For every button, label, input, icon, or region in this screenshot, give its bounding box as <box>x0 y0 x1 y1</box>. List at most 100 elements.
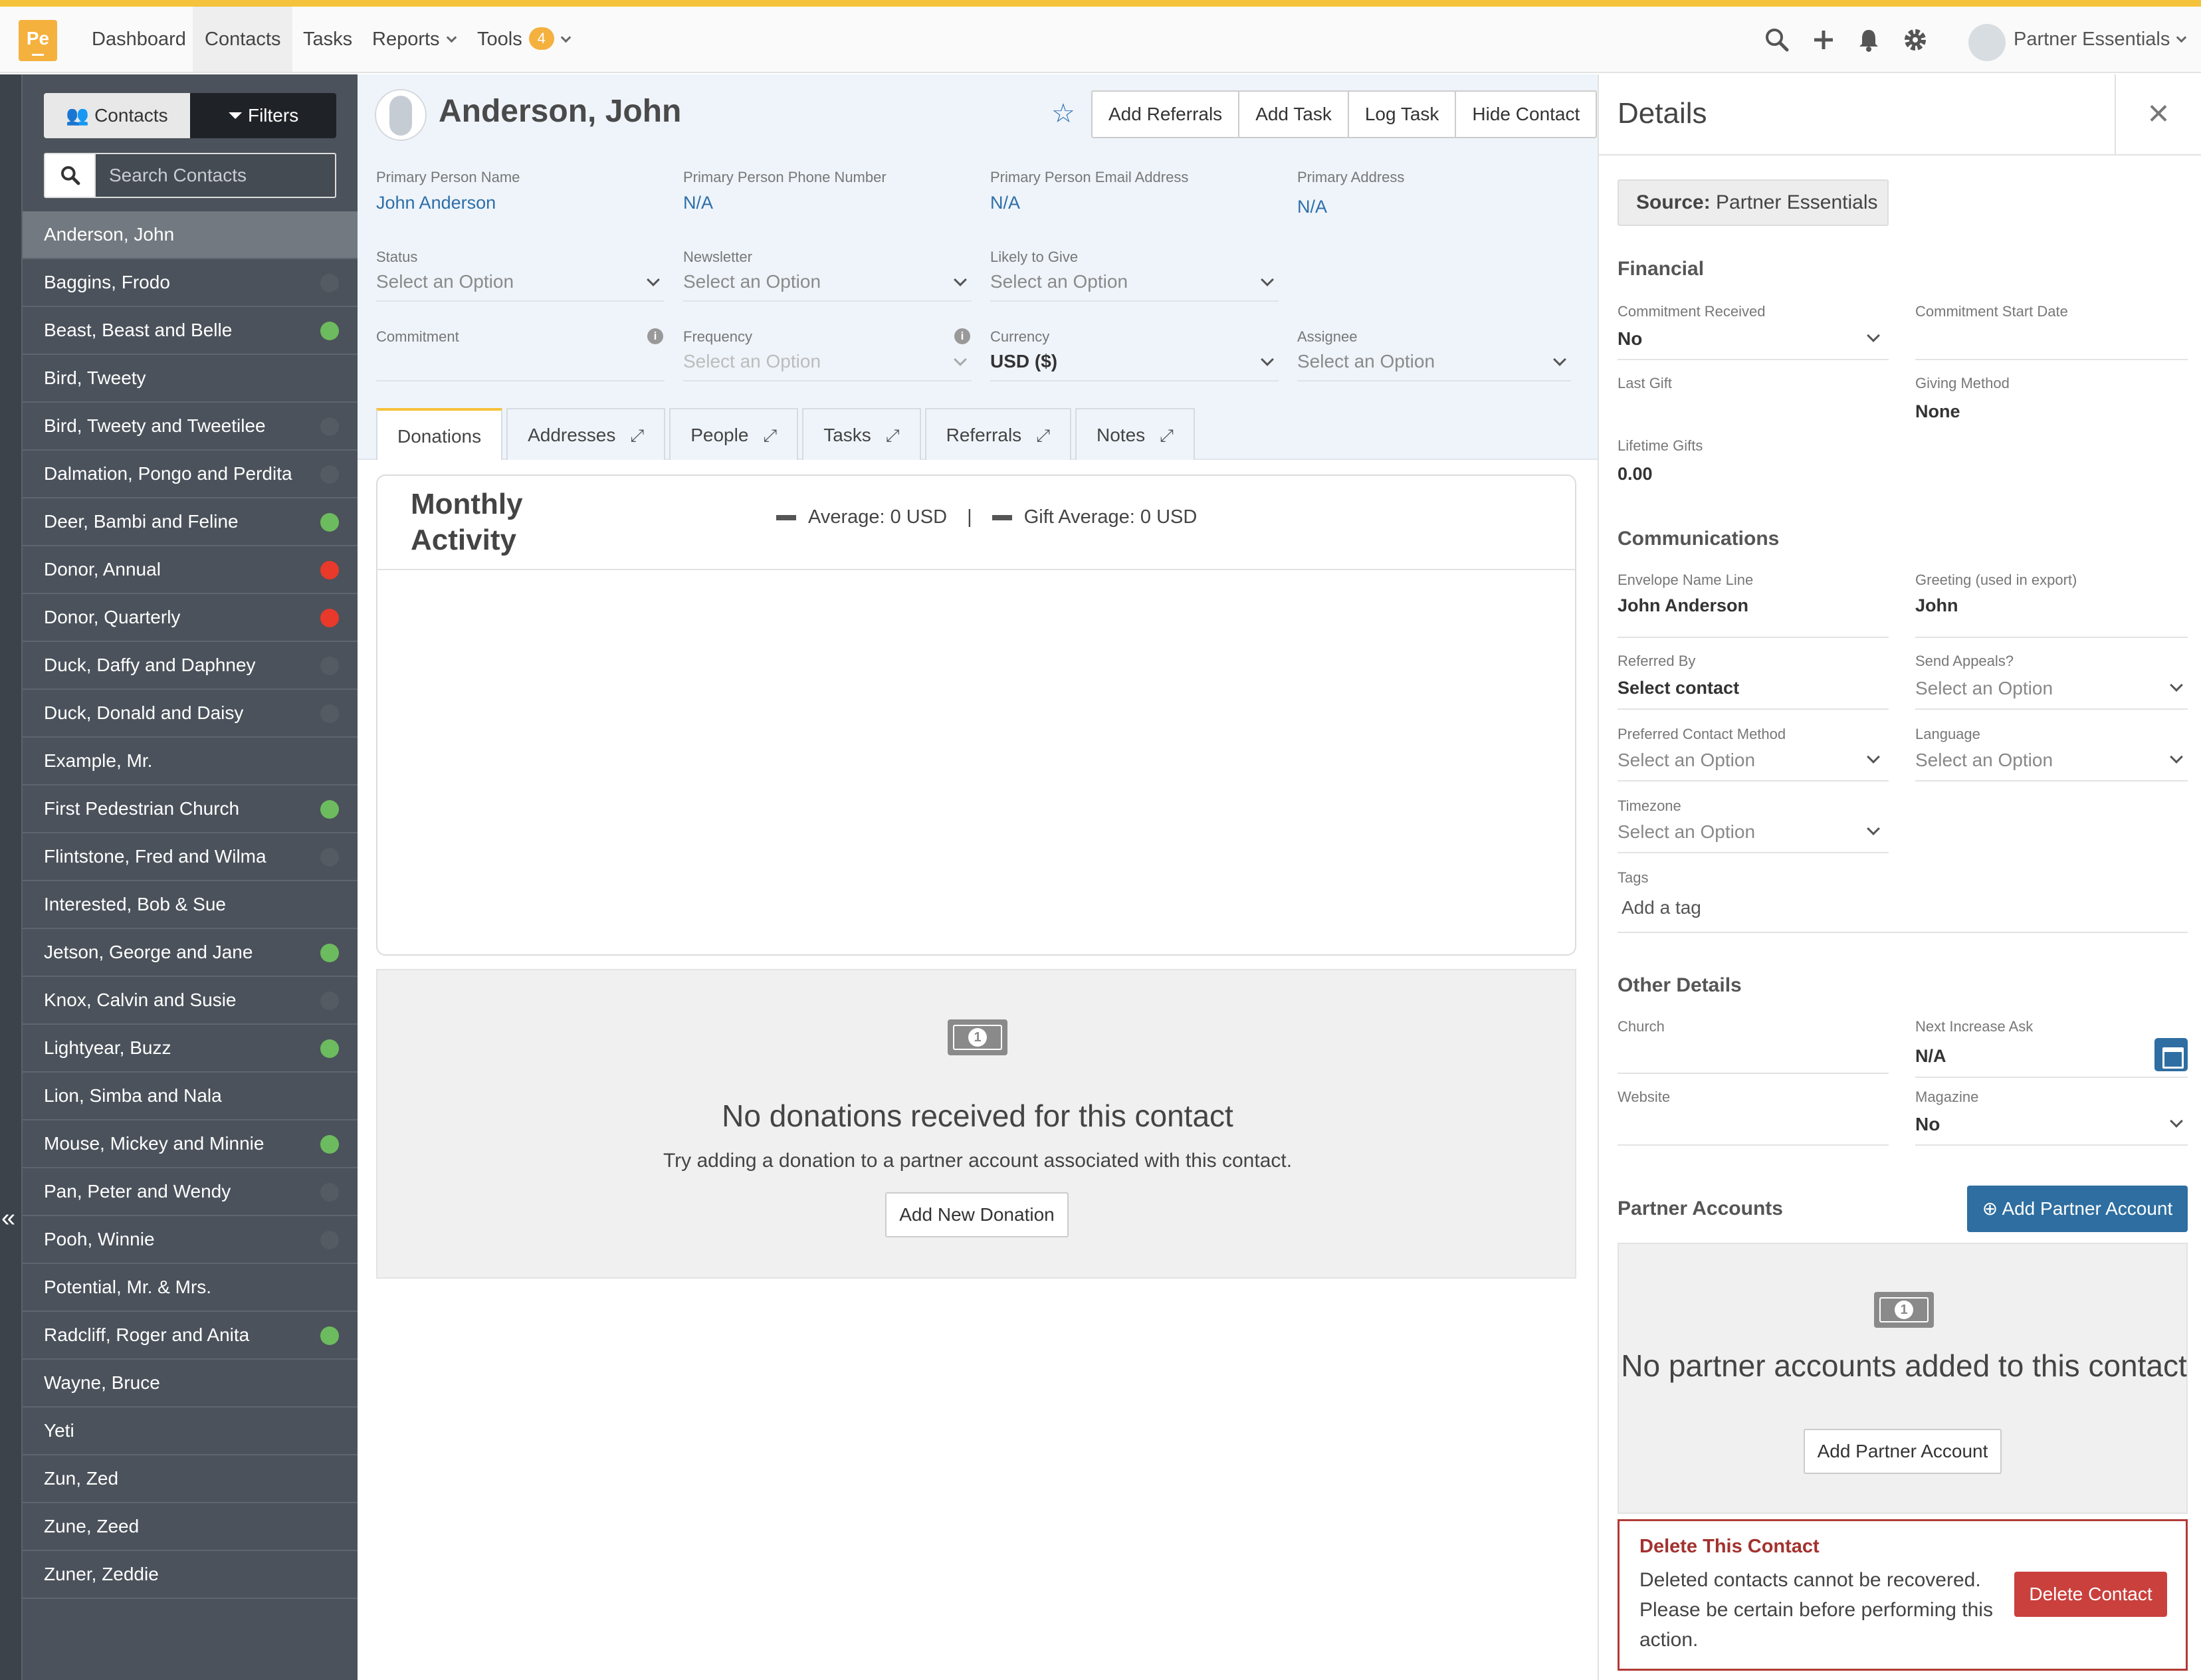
contact-list-item-name: Wayne, Bruce <box>44 1372 160 1393</box>
calendar-icon[interactable] <box>2154 1038 2188 1071</box>
tab-donations[interactable]: Donations <box>376 408 503 460</box>
close-icon[interactable]: × <box>2115 74 2201 154</box>
contact-list-item[interactable]: Interested, Bob & Sue <box>23 881 358 929</box>
contact-list-item[interactable]: Flintstone, Fred and Wilma <box>23 833 358 881</box>
contact-list-item[interactable]: Yeti <box>23 1408 358 1455</box>
plus-icon[interactable] <box>1810 27 1837 53</box>
expand-icon[interactable]: ⤢ <box>630 409 644 461</box>
contact-list-item[interactable]: Dalmation, Pongo and Perdita <box>23 451 358 498</box>
tab-addresses[interactable]: Addresses ⤢ <box>506 408 666 461</box>
commitment-start-input[interactable] <box>1915 359 2188 360</box>
add-partner-account-empty-button[interactable]: Add Partner Account <box>1804 1429 2002 1474</box>
nav-reports[interactable]: Reports <box>360 7 467 72</box>
greeting-value[interactable]: John <box>1915 595 1958 616</box>
contact-list-item[interactable]: Duck, Daffy and Daphney <box>23 642 358 690</box>
contact-list-item[interactable]: Jetson, George and Jane <box>23 929 358 977</box>
commitment-input[interactable] <box>376 351 665 381</box>
contact-list-item[interactable]: Donor, Annual <box>23 546 358 594</box>
contact-list-item[interactable]: First Pedestrian Church <box>23 786 358 833</box>
email-link[interactable]: N/A <box>990 193 1020 213</box>
contact-list-item[interactable]: Deer, Bambi and Feline <box>23 498 358 546</box>
magazine-select[interactable]: No <box>1915 1114 2184 1135</box>
phone-link[interactable]: N/A <box>683 193 713 213</box>
contact-list-item[interactable]: Baggins, Frodo <box>23 259 358 307</box>
status-select[interactable]: Select an Option <box>376 271 665 302</box>
hide-contact-button[interactable]: Hide Contact <box>1456 92 1596 137</box>
tab-people[interactable]: People ⤢ <box>669 408 799 461</box>
app-logo[interactable]: Pe <box>19 20 57 61</box>
contact-list-item[interactable]: Bird, Tweety and Tweetilee <box>23 403 358 451</box>
contact-list-item[interactable]: Zun, Zed <box>23 1455 358 1503</box>
currency-select[interactable]: USD ($) <box>990 351 1279 381</box>
contact-list-item[interactable]: Duck, Donald and Daisy <box>23 690 358 738</box>
delete-contact-button[interactable]: Delete Contact <box>2014 1572 2167 1617</box>
toggle-contacts-button[interactable]: 👥 Contacts <box>44 93 190 138</box>
expand-icon[interactable]: ⤢ <box>1036 409 1050 461</box>
contact-list-item[interactable]: Mouse, Mickey and Minnie <box>23 1120 358 1168</box>
address-link[interactable]: N/A <box>1297 197 1327 217</box>
contact-list-item[interactable]: Pooh, Winnie <box>23 1216 358 1264</box>
nav-tasks[interactable]: Tasks <box>291 7 364 72</box>
expand-icon[interactable]: ⤢ <box>763 409 777 461</box>
user-avatar[interactable] <box>1968 24 2006 61</box>
language-select[interactable]: Select an Option <box>1915 750 2184 771</box>
referred-by-select[interactable]: Select contact <box>1618 678 1739 698</box>
send-appeals-select[interactable]: Select an Option <box>1915 678 2184 699</box>
timezone-select[interactable]: Select an Option <box>1618 821 1887 843</box>
contact-list-item[interactable]: Lightyear, Buzz <box>23 1025 358 1073</box>
assignee-select[interactable]: Select an Option <box>1297 351 1571 381</box>
bell-icon[interactable] <box>1855 27 1882 53</box>
expand-icon[interactable]: ⤢ <box>886 409 900 461</box>
expand-icon[interactable]: ⤢ <box>1160 409 1174 461</box>
search-button[interactable] <box>45 154 96 197</box>
add-task-button[interactable]: Add Task <box>1239 92 1349 137</box>
tags-input[interactable]: Add a tag <box>1622 897 1701 918</box>
search-input[interactable] <box>96 154 335 197</box>
church-input[interactable] <box>1618 1073 1889 1074</box>
envelope-name-value[interactable]: John Anderson <box>1618 595 1748 616</box>
contact-list-item[interactable]: Anderson, John <box>23 211 358 259</box>
contact-list-item[interactable]: Example, Mr. <box>23 738 358 786</box>
primary-person-link[interactable]: John Anderson <box>376 193 496 213</box>
add-referrals-button[interactable]: Add Referrals <box>1093 92 1240 137</box>
tab-notes[interactable]: Notes ⤢ <box>1075 408 1195 460</box>
send-appeals-value: Select an Option <box>1915 678 2053 698</box>
contact-list-item-name: Knox, Calvin and Susie <box>44 990 237 1010</box>
toggle-filters-button[interactable]: ⏷ Filters <box>190 93 336 138</box>
double-chevron-left-icon[interactable]: « <box>1 1204 15 1233</box>
contact-list-item[interactable]: Knox, Calvin and Susie <box>23 977 358 1025</box>
contact-list-item[interactable]: Bird, Tweety <box>23 355 358 403</box>
search-icon[interactable] <box>1764 27 1790 53</box>
info-icon[interactable]: i <box>647 328 663 344</box>
star-icon[interactable]: ☆ <box>1051 98 1075 129</box>
contact-list-item[interactable]: Radcliff, Roger and Anita <box>23 1312 358 1360</box>
tab-tasks[interactable]: Tasks ⤢ <box>802 408 921 461</box>
contact-list-item[interactable]: Potential, Mr. & Mrs. <box>23 1264 358 1312</box>
tab-referrals[interactable]: Referrals ⤢ <box>924 408 1071 461</box>
sidebar-collapse-bar[interactable]: « <box>0 74 23 1680</box>
likely-to-give-select[interactable]: Select an Option <box>990 271 1279 302</box>
frequency-select[interactable]: Select an Option <box>683 351 972 381</box>
nav-contacts[interactable]: Contacts <box>193 7 293 72</box>
contact-list-item[interactable]: Beast, Beast and Belle <box>23 307 358 355</box>
contact-list-item[interactable]: Pan, Peter and Wendy <box>23 1168 358 1216</box>
contact-avatar <box>375 89 427 141</box>
gear-icon[interactable] <box>1902 27 1929 53</box>
contact-list-item[interactable]: Lion, Simba and Nala <box>23 1073 358 1120</box>
preferred-contact-method-select[interactable]: Select an Option <box>1618 750 1887 771</box>
add-partner-account-button[interactable]: ⊕ Add Partner Account <box>1967 1186 2188 1232</box>
next-increase-ask-value[interactable]: N/A <box>1915 1046 1946 1067</box>
contact-list-item[interactable]: Zuner, Zeddie <box>23 1551 358 1599</box>
nav-tools[interactable]: Tools 4 <box>465 7 581 72</box>
nav-dashboard[interactable]: Dashboard <box>80 7 198 72</box>
add-new-donation-button[interactable]: Add New Donation <box>885 1192 1069 1237</box>
contact-list-item[interactable]: Zune, Zeed <box>23 1503 358 1551</box>
contact-list-item[interactable]: Wayne, Bruce <box>23 1360 358 1408</box>
website-input[interactable] <box>1618 1144 1889 1146</box>
contact-list-item[interactable]: Donor, Quarterly <box>23 594 358 642</box>
info-icon[interactable]: i <box>954 328 970 344</box>
user-menu[interactable]: Partner Essentials <box>2014 7 2187 72</box>
newsletter-select[interactable]: Select an Option <box>683 271 972 302</box>
log-task-button[interactable]: Log Task <box>1349 92 1457 137</box>
commitment-received-select[interactable]: No <box>1618 328 1887 350</box>
